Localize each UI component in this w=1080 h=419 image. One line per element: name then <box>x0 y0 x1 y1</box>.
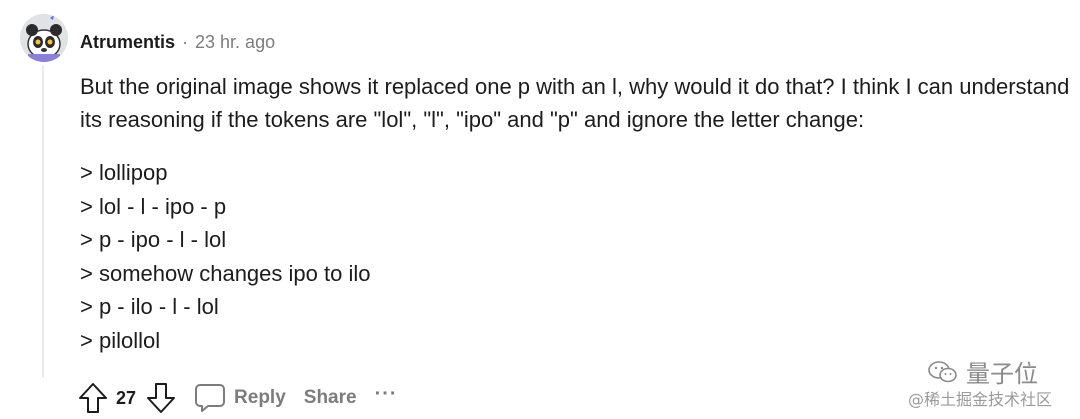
comment-author[interactable]: Atrumentis <box>80 32 175 53</box>
meta-separator: · <box>182 31 189 52</box>
comment-meta: Atrumentis · 23 hr. ago <box>80 30 275 54</box>
user-avatar[interactable] <box>20 14 68 62</box>
quote-line: > p - ilo - l - lol <box>80 294 219 320</box>
reply-label: Reply <box>234 387 286 408</box>
comment-actions: 27 Reply Share ··· <box>78 380 398 416</box>
watermark-text: 量子位 <box>966 360 1038 388</box>
upvote-button[interactable] <box>78 382 108 414</box>
downvote-button[interactable] <box>146 382 176 414</box>
wechat-icon <box>928 360 957 382</box>
watermark-logo: 量子位 <box>928 354 1038 389</box>
comment-paragraph: But the original image shows it replaced… <box>80 74 1070 132</box>
quote-line: > lol - l - ipo - p <box>80 193 227 219</box>
reply-button[interactable]: Reply <box>194 382 286 414</box>
comment-timestamp[interactable]: 23 hr. ago <box>195 32 275 53</box>
comment-thread-line[interactable] <box>42 66 44 378</box>
panda-avatar-icon <box>20 14 68 62</box>
quote-line: > lollipop <box>80 160 168 185</box>
share-button[interactable]: Share <box>304 387 357 409</box>
vote-score: 27 <box>116 387 137 408</box>
quote-line: > p - ipo - l - lol <box>80 227 227 253</box>
comment-body: But the original image shows it replaced… <box>80 70 1070 358</box>
watermark-subtext: @稀土掘金技术社区 <box>908 390 1053 409</box>
quote-line: > somehow changes ipo to ilo <box>80 260 371 286</box>
more-options-button[interactable]: ··· <box>375 383 398 406</box>
quote-line: > pilollol <box>80 327 161 353</box>
speech-bubble-icon <box>195 384 226 412</box>
arrow-down-icon <box>147 383 176 413</box>
quote-list: > lollipop > lol - l - ipo - p > p - ipo… <box>80 156 1070 358</box>
arrow-up-icon <box>79 383 107 413</box>
